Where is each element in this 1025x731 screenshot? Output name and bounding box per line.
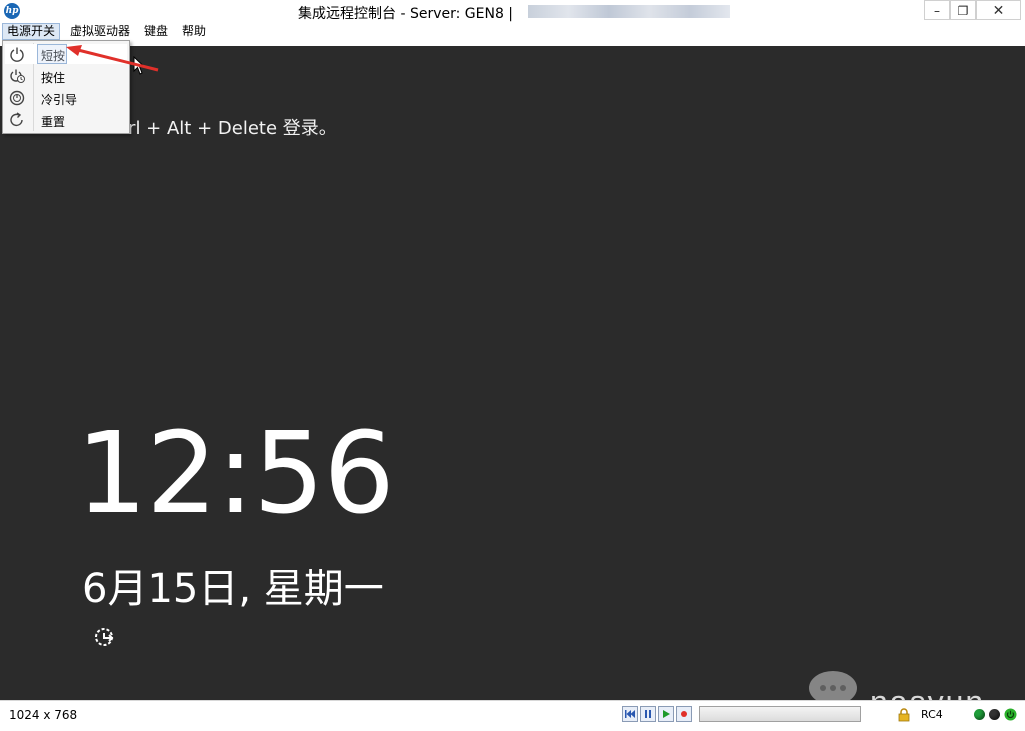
close-button[interactable]: ✕	[976, 0, 1021, 20]
status-led-icon	[974, 709, 985, 720]
lock-screen-time: 12:56	[76, 409, 395, 539]
redacted-server-address	[528, 5, 730, 18]
record-icon	[681, 711, 687, 717]
skip-back-button[interactable]	[622, 706, 638, 722]
pause-button[interactable]	[640, 706, 656, 722]
power-status-icon	[1004, 708, 1017, 721]
menu-power[interactable]: 电源开关	[2, 23, 61, 40]
record-button[interactable]	[676, 706, 692, 722]
annotation-arrow-icon	[66, 45, 159, 72]
minimize-button[interactable]: –	[924, 0, 950, 20]
login-hint: trl + Alt + Delete 登录。	[121, 118, 337, 139]
skip-back-icon	[625, 710, 635, 718]
lock-screen-date: 6月15日, 星期一	[82, 566, 384, 612]
title-bar: hp 集成远程控制台 - Server: GEN8 | – ❐ ✕	[0, 0, 1025, 23]
power-menu-label: 重置	[41, 115, 66, 129]
restore-button[interactable]: ❐	[950, 0, 976, 20]
playback-progress-bar[interactable]	[699, 706, 861, 722]
window-title: 集成远程控制台 - Server: GEN8 |	[298, 6, 514, 22]
menu-keyboard[interactable]: 键盘	[140, 23, 172, 40]
reset-icon	[10, 112, 23, 127]
play-icon	[663, 710, 670, 718]
power-icon	[10, 47, 24, 62]
power-hold-icon	[10, 69, 25, 83]
power-menu-label: 冷引导	[41, 93, 78, 107]
pause-icon	[645, 710, 651, 718]
lock-icon	[898, 708, 910, 722]
hp-logo-icon: hp	[4, 3, 20, 19]
menu-bar: 电源开关 虚拟驱动器 键盘 帮助	[0, 22, 1025, 40]
menu-virtual-drives[interactable]: 虚拟驱动器	[66, 23, 134, 40]
screen-resolution: 1024 x 768	[9, 708, 78, 722]
status-led-icon	[989, 709, 1000, 720]
encryption-label: RC4	[921, 708, 943, 721]
cold-boot-icon	[9, 90, 25, 106]
remote-console-screen[interactable]: trl + Alt + Delete 登录。 12:56 6月15日, 星期一	[0, 46, 1025, 700]
play-button[interactable]	[658, 706, 674, 722]
power-menu-item-cold-boot[interactable]: 冷引导	[5, 88, 127, 108]
ease-of-access-icon[interactable]	[92, 624, 118, 650]
power-menu-item-reset[interactable]: 重置	[5, 110, 127, 130]
status-bar: 1024 x 768 RC4	[0, 700, 1025, 731]
menu-help[interactable]: 帮助	[178, 23, 210, 40]
